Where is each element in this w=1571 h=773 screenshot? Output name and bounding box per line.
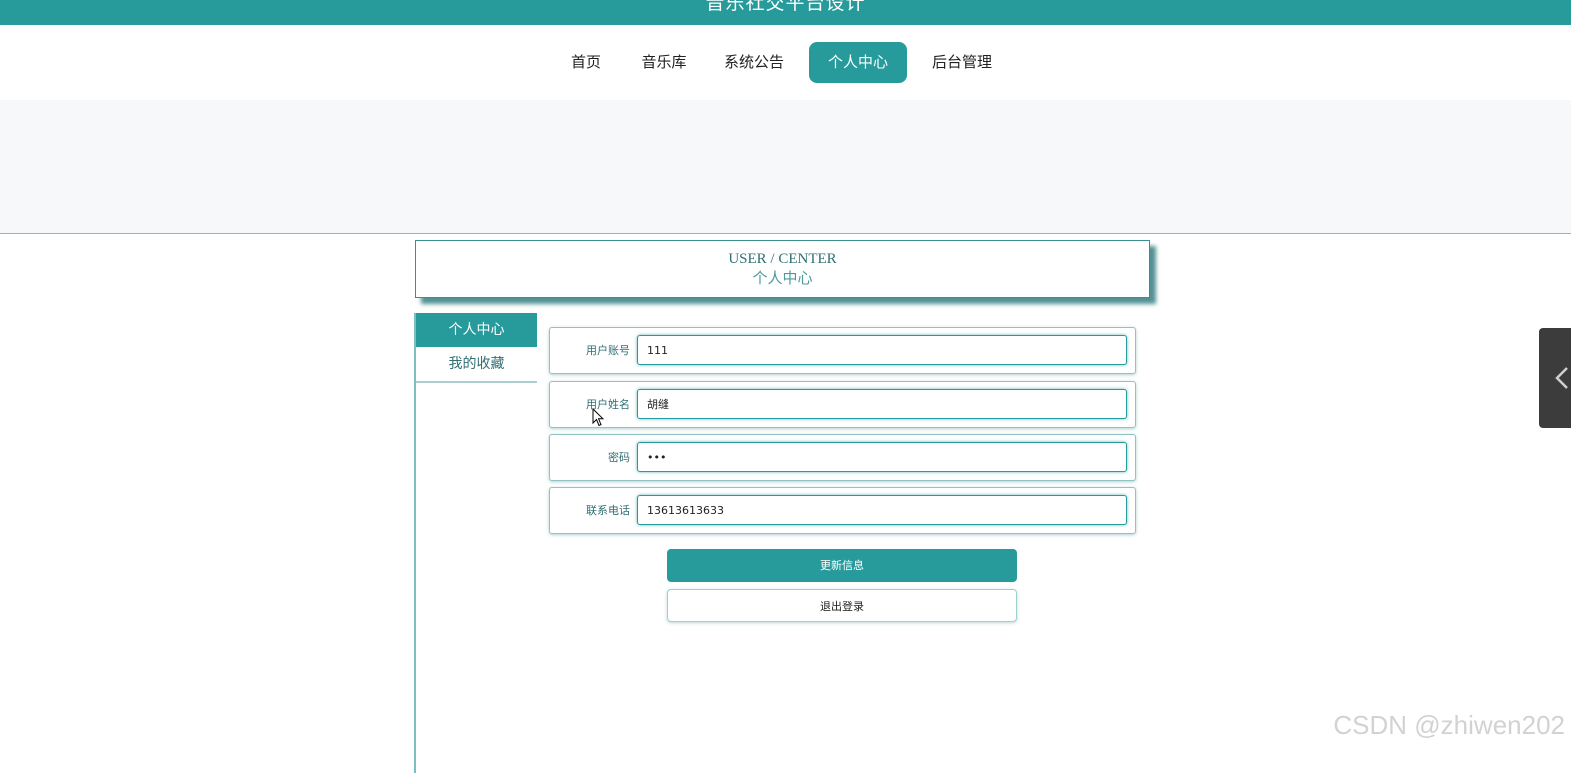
chevron-left-icon — [1555, 367, 1568, 389]
sidebar-item-personal-center[interactable]: 个人中心 — [416, 313, 537, 347]
phone-input[interactable] — [637, 495, 1127, 525]
sidebar-item-favorites[interactable]: 我的收藏 — [416, 347, 537, 383]
mouse-pointer-icon — [592, 408, 604, 427]
form-row-account: 用户账号 — [549, 327, 1136, 374]
account-label: 用户账号 — [586, 344, 630, 357]
name-input[interactable] — [637, 389, 1127, 419]
logout-button[interactable]: 退出登录 — [667, 589, 1017, 622]
form-row-phone: 联系电话 — [549, 487, 1136, 534]
page-title-en: USER / CENTER — [728, 251, 837, 267]
password-label: 密码 — [608, 451, 630, 464]
banner-area — [0, 100, 1571, 234]
page-title-box: USER / CENTER 个人中心 — [415, 240, 1150, 298]
nav-home[interactable]: 首页 — [558, 42, 614, 83]
account-input[interactable] — [637, 335, 1127, 365]
side-panel-toggle[interactable] — [1539, 328, 1571, 428]
watermark: CSDN @zhiwen202 — [1333, 710, 1565, 740]
page-title-cn: 个人中心 — [752, 271, 813, 287]
nav-personal-center[interactable]: 个人中心 — [809, 42, 907, 83]
form-row-name: 用户姓名 — [549, 381, 1136, 428]
phone-label: 联系电话 — [586, 504, 630, 517]
name-label: 用户姓名 — [586, 398, 630, 411]
sidebar: 个人中心 我的收藏 — [414, 313, 537, 773]
main-nav: 首页 音乐库 系统公告 个人中心 后台管理 — [0, 25, 1571, 100]
top-bar: 音乐社交平台设计 — [0, 0, 1571, 25]
form-row-password: 密码 — [549, 434, 1136, 481]
password-input[interactable] — [637, 442, 1127, 472]
site-title: 音乐社交平台设计 — [705, 0, 866, 14]
nav-admin[interactable]: 后台管理 — [924, 42, 1000, 83]
update-info-button[interactable]: 更新信息 — [667, 549, 1017, 582]
nav-music-library[interactable]: 音乐库 — [633, 42, 695, 83]
nav-announcements[interactable]: 系统公告 — [716, 42, 792, 83]
